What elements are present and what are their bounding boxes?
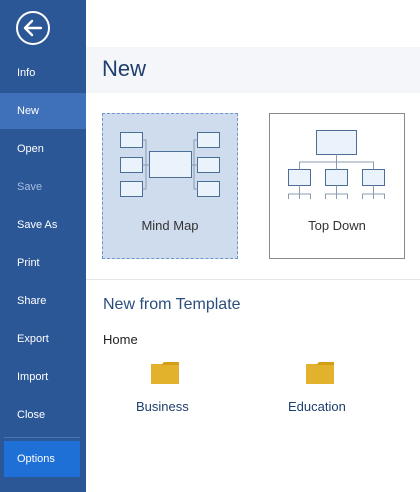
sidebar-item-import[interactable]: Import	[0, 359, 86, 395]
sidebar-item-new[interactable]: New	[0, 93, 86, 129]
folder-label-business[interactable]: Business	[136, 399, 189, 414]
template-card-top-down[interactable]: Top Down	[269, 113, 405, 259]
template-label: Top Down	[308, 218, 366, 233]
template-label: Mind Map	[141, 218, 199, 233]
sidebar: Info New Open Save Save As Print Share E…	[0, 0, 86, 492]
breadcrumb[interactable]: Home	[103, 332, 138, 347]
sidebar-item-options[interactable]: Options	[4, 441, 80, 477]
folder-icon	[151, 362, 179, 384]
mind-map-icon	[120, 132, 220, 197]
page-header: New	[86, 47, 420, 93]
back-button[interactable]	[15, 10, 51, 46]
sidebar-item-info[interactable]: Info	[0, 55, 86, 91]
section-title: New from Template	[103, 296, 241, 313]
folder-business[interactable]	[151, 362, 179, 384]
sidebar-item-close[interactable]: Close	[0, 397, 86, 433]
sidebar-item-save-as[interactable]: Save As	[0, 207, 86, 243]
top-down-icon	[288, 130, 385, 199]
folder-label-education[interactable]: Education	[288, 399, 346, 414]
template-card-mind-map[interactable]: Mind Map	[102, 113, 238, 259]
sidebar-item-open[interactable]: Open	[0, 131, 86, 167]
sidebar-item-print[interactable]: Print	[0, 245, 86, 281]
folder-icon	[306, 362, 334, 384]
sidebar-divider	[4, 437, 80, 438]
sidebar-item-share[interactable]: Share	[0, 283, 86, 319]
sidebar-item-export[interactable]: Export	[0, 321, 86, 357]
page-title: New	[102, 56, 147, 81]
section-divider	[86, 279, 420, 280]
folder-education[interactable]	[306, 362, 334, 384]
sidebar-item-save: Save	[17, 181, 43, 193]
back-arrow-icon	[16, 11, 50, 45]
